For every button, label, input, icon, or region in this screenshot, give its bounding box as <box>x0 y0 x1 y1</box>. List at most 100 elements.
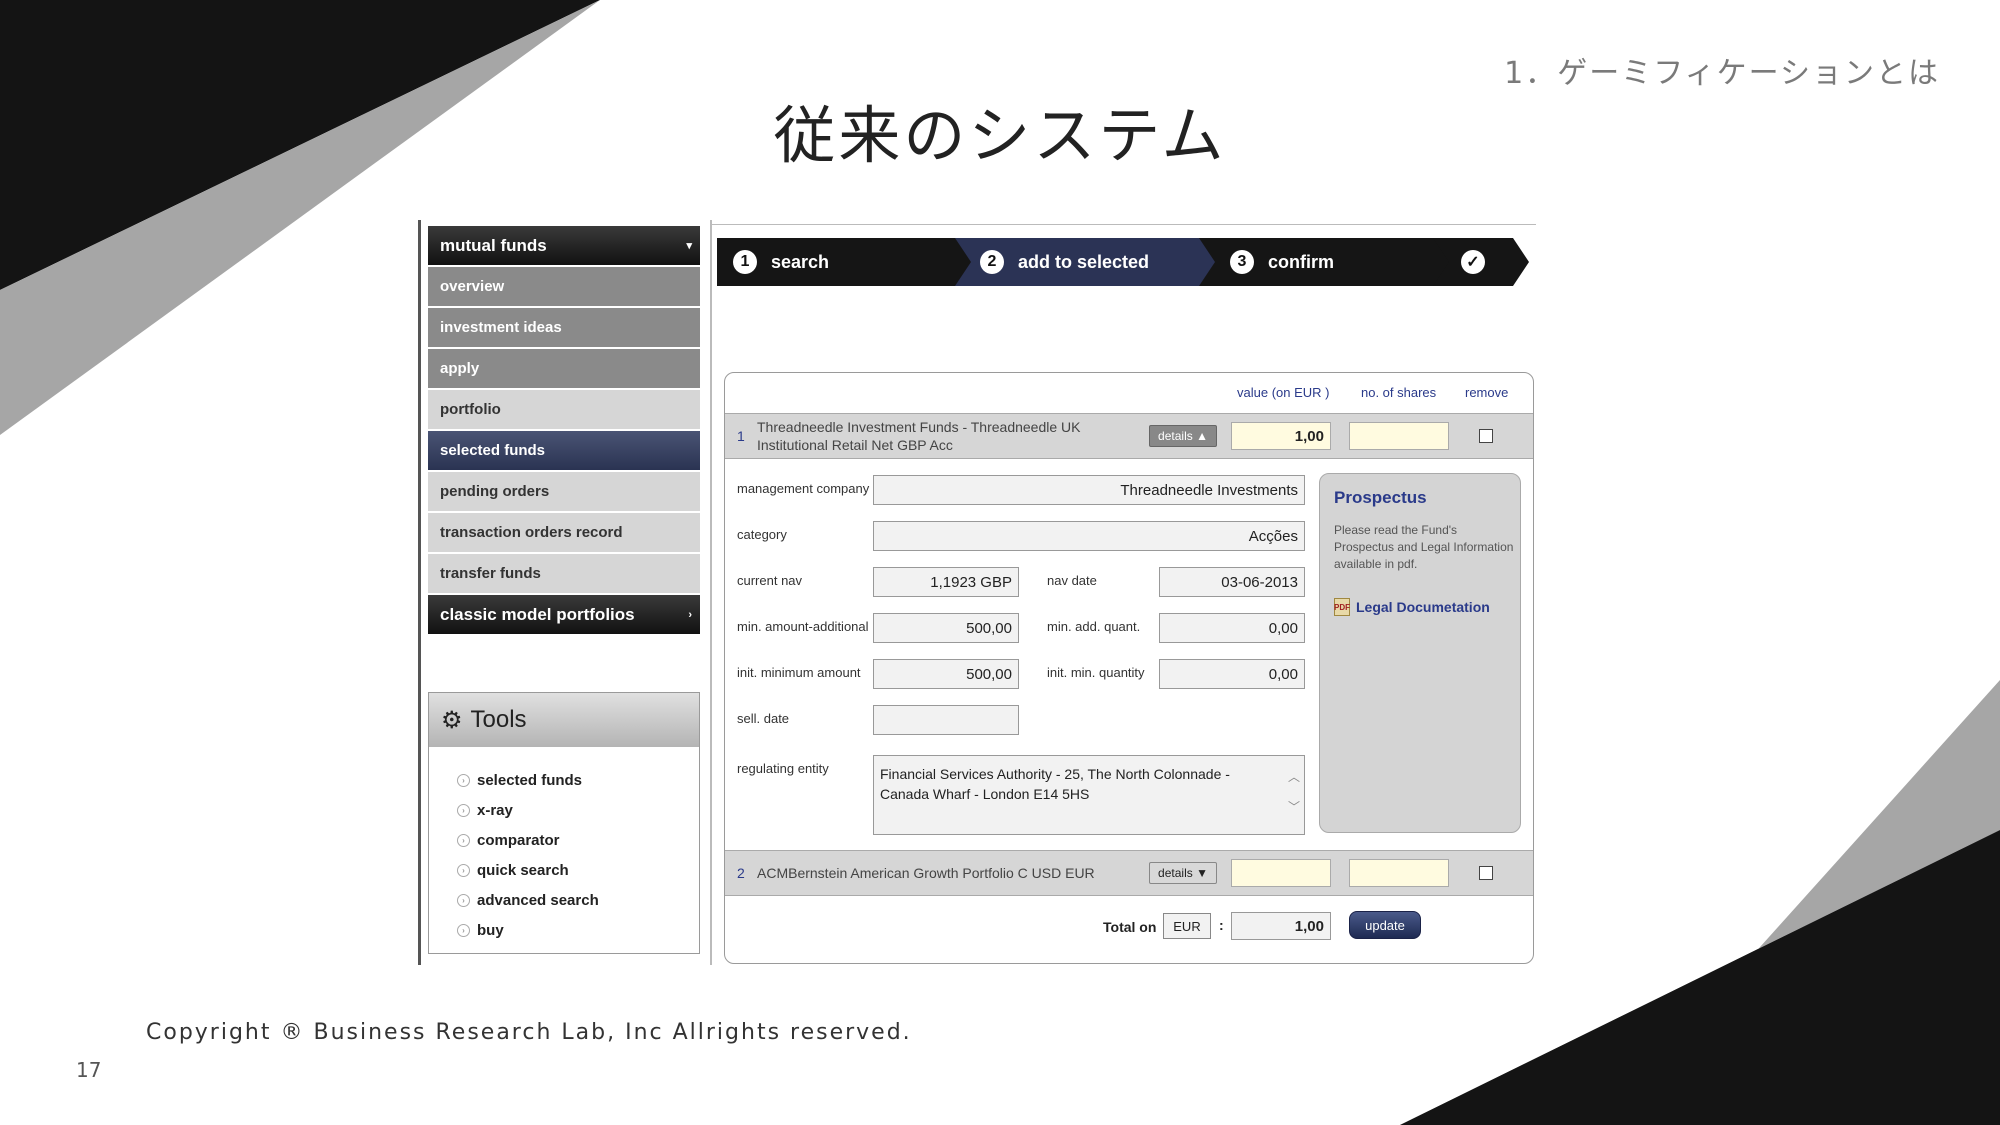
details-toggle-button[interactable]: details ▼ <box>1149 862 1217 884</box>
sidebar-item-label: mutual funds <box>440 235 547 255</box>
sidebar-nav: mutual funds ▾ overview investment ideas… <box>428 226 700 636</box>
step-progress-bar: 1 search 2 add to selected 3 confirm ✓ <box>717 238 1529 286</box>
category-field: Acções <box>873 521 1305 551</box>
circle-arrow-icon: › <box>457 833 470 847</box>
column-header-shares: no. of shares <box>1361 385 1437 400</box>
sidebar-item-label: classic model portfolios <box>440 604 635 624</box>
circle-arrow-icon: › <box>457 893 470 907</box>
init-minimum-amount-label: init. minimum amount <box>737 665 861 680</box>
copyright-notice: Copyright ® Business Research Lab, Inc A… <box>146 1020 912 1045</box>
regulating-entity-textarea[interactable]: Financial Services Authority - 25, The N… <box>873 755 1305 835</box>
init-min-quantity-field: 0,00 <box>1159 659 1305 689</box>
table-row: 1 Threadneedle Investment Funds - Thread… <box>725 413 1533 459</box>
nav-date-field: 03-06-2013 <box>1159 567 1305 597</box>
sidebar-item-classic-model-portfolios[interactable]: classic model portfolios › <box>428 595 700 634</box>
shares-input[interactable] <box>1349 422 1449 450</box>
current-nav-field: 1,1923 GBP <box>873 567 1019 597</box>
prospectus-box: Prospectus Please read the Fund's Prospe… <box>1319 473 1521 833</box>
chevron-down-icon: ▾ <box>686 240 692 252</box>
tools-link-quick-search[interactable]: › quick search <box>457 855 699 885</box>
sidebar-item-investment-ideas[interactable]: investment ideas <box>428 308 700 347</box>
value-input[interactable] <box>1231 859 1331 887</box>
min-add-quant-field: 0,00 <box>1159 613 1305 643</box>
remove-checkbox[interactable] <box>1479 429 1493 443</box>
sidebar-item-apply[interactable]: apply <box>428 349 700 388</box>
tools-link-comparator[interactable]: › comparator <box>457 825 699 855</box>
sell-date-label: sell. date <box>737 711 790 726</box>
total-label: Total on <box>1103 919 1157 935</box>
management-company-field: Threadneedle Investments <box>873 475 1305 505</box>
min-amount-additional-field: 500,00 <box>873 613 1019 643</box>
table-row: 2 ACMBernstein American Growth Portfolio… <box>725 850 1533 896</box>
fund-name: ACMBernstein American Growth Portfolio C… <box>757 865 1095 881</box>
sidebar-item-label: pending orders <box>440 483 550 500</box>
details-toggle-button[interactable]: details ▲ <box>1149 425 1217 447</box>
left-border <box>418 220 421 965</box>
category-label: category <box>737 527 787 542</box>
legal-link-label: Legal Documetation <box>1356 599 1490 615</box>
column-divider <box>710 220 712 965</box>
tools-link-label: x-ray <box>477 801 513 819</box>
scroll-arrows-icon[interactable]: ︿ ﹀ <box>1288 762 1300 822</box>
total-separator: : <box>1219 917 1224 933</box>
prospectus-text: Please read the Fund's Prospectus and Le… <box>1334 523 1514 571</box>
tools-link-label: quick search <box>477 861 569 879</box>
column-header-remove: remove <box>1465 385 1509 400</box>
row-number: 1 <box>737 428 745 444</box>
current-nav-label: current nav <box>737 573 803 588</box>
pdf-icon: PDF <box>1334 598 1350 616</box>
update-button[interactable]: update <box>1349 911 1421 939</box>
sidebar-item-label: portfolio <box>440 401 501 418</box>
tools-link-label: selected funds <box>477 771 583 789</box>
sidebar-item-overview[interactable]: overview <box>428 267 700 306</box>
slide-title: 従来のシステム <box>773 99 1227 172</box>
chevron-right-icon: › <box>688 608 692 621</box>
circle-arrow-icon: › <box>457 773 470 787</box>
prospectus-title: Prospectus <box>1334 488 1427 507</box>
tools-link-x-ray[interactable]: › x-ray <box>457 795 699 825</box>
init-min-quantity-label: init. min. quantity <box>1047 665 1145 680</box>
sidebar-item-label: selected funds <box>440 442 546 459</box>
tools-title: Tools <box>470 706 527 733</box>
currency-select[interactable]: EUR <box>1163 913 1211 939</box>
page-number: 17 <box>76 1058 102 1082</box>
step-number: 3 <box>1230 250 1254 274</box>
step-search: 1 search <box>733 238 829 286</box>
sidebar-item-portfolio[interactable]: portfolio <box>428 390 700 429</box>
sidebar-item-label: transaction orders record <box>440 524 623 541</box>
nav-date-label: nav date <box>1047 573 1097 588</box>
sidebar-item-selected-funds[interactable]: selected funds <box>428 431 700 470</box>
circle-arrow-icon: › <box>457 923 470 937</box>
shares-input[interactable] <box>1349 859 1449 887</box>
regulating-entity-label: regulating entity <box>737 761 829 776</box>
checkmark-icon: ✓ <box>1461 250 1485 274</box>
legal-documentation-link[interactable]: PDF Legal Documetation <box>1334 598 1490 616</box>
step-complete: ✓ <box>1461 238 1499 286</box>
row-number: 2 <box>737 865 745 881</box>
value-input[interactable]: 1,00 <box>1231 422 1331 450</box>
section-label: 1．ゲーミフィケーションとは <box>1504 56 1940 91</box>
remove-checkbox[interactable] <box>1479 866 1493 880</box>
sidebar-item-pending-orders[interactable]: pending orders <box>428 472 700 511</box>
step-confirm: 3 confirm <box>1230 238 1334 286</box>
min-add-quant-label: min. add. quant. <box>1047 619 1141 634</box>
embedded-screenshot: mutual funds ▾ overview investment ideas… <box>418 220 1536 965</box>
tools-header: ⚙ Tools <box>429 693 699 747</box>
init-minimum-amount-field: 500,00 <box>873 659 1019 689</box>
step-number: 2 <box>980 250 1004 274</box>
tools-link-label: comparator <box>477 831 560 849</box>
sidebar-item-mutual-funds[interactable]: mutual funds ▾ <box>428 226 700 265</box>
management-company-label: management company <box>737 481 870 496</box>
step-add-to-selected: 2 add to selected <box>980 238 1149 286</box>
tools-list: › selected funds › x-ray › comparator › quic… <box>429 747 699 945</box>
tools-link-advanced-search[interactable]: › advanced search <box>457 885 699 915</box>
circle-arrow-icon: › <box>457 803 470 817</box>
tools-link-buy[interactable]: › buy <box>457 915 699 945</box>
circle-arrow-icon: › <box>457 863 470 877</box>
sell-date-field <box>873 705 1019 735</box>
step-label: confirm <box>1268 251 1335 272</box>
sidebar-item-transfer-funds[interactable]: transfer funds <box>428 554 700 593</box>
tools-link-selected-funds[interactable]: › selected funds <box>457 765 699 795</box>
selected-funds-panel: value (on EUR ) no. of shares remove 1 T… <box>724 372 1534 964</box>
sidebar-item-transaction-orders-record[interactable]: transaction orders record <box>428 513 700 552</box>
